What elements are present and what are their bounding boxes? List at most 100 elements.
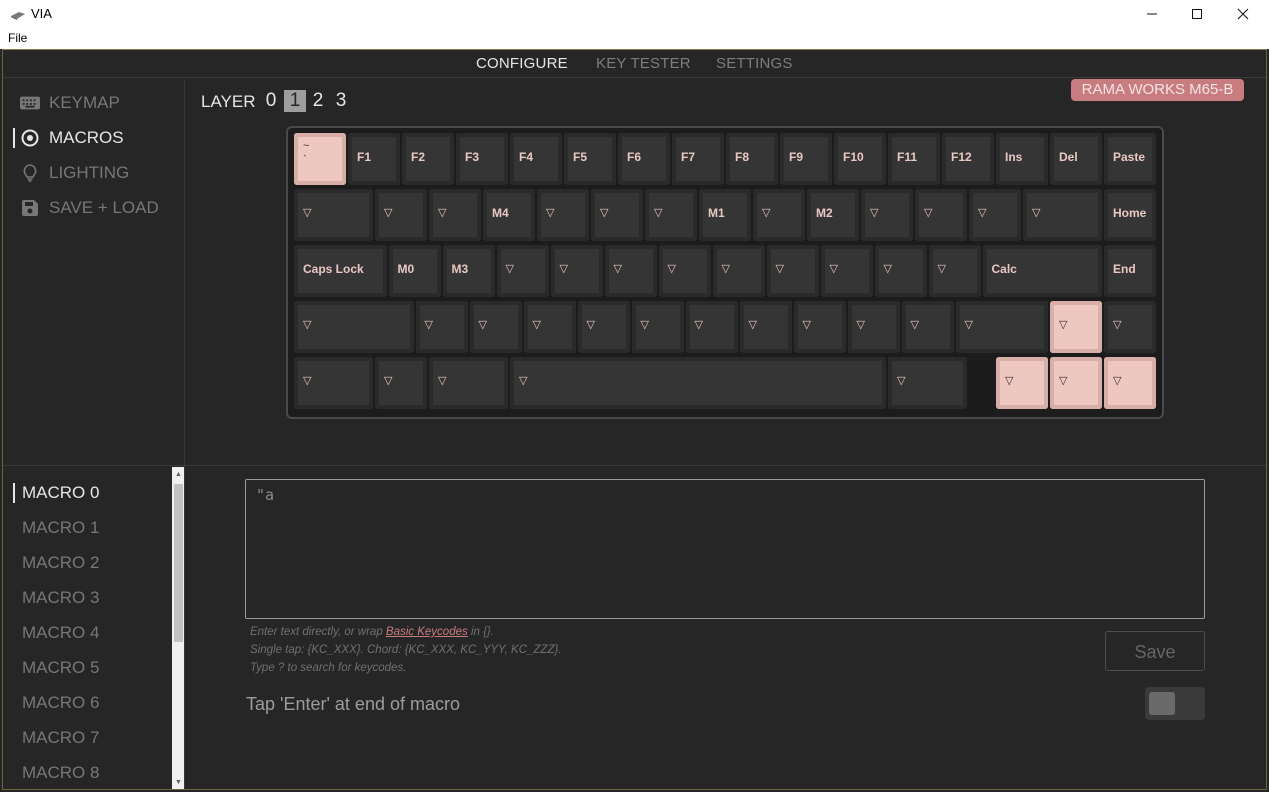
key-r0-c0[interactable]: ~ ` — [294, 133, 346, 185]
macro-item-3[interactable]: MACRO 3 — [22, 588, 99, 608]
key-r1-c13[interactable]: ▽ — [1023, 189, 1102, 241]
key-r1-c11[interactable]: ▽ — [915, 189, 967, 241]
key-r1-c2[interactable]: ▽ — [429, 189, 481, 241]
key-r2-c3[interactable]: ▽ — [496, 245, 549, 297]
key-r0-c15[interactable]: Paste — [1104, 133, 1156, 185]
key-r1-c14[interactable]: Home — [1104, 189, 1156, 241]
macro-item-7[interactable]: MACRO 7 — [22, 728, 99, 748]
key-r0-c8[interactable]: F8 — [726, 133, 778, 185]
key-r1-c4[interactable]: ▽ — [537, 189, 589, 241]
key-r2-c5[interactable]: ▽ — [604, 245, 657, 297]
key-r0-c1[interactable]: F1 — [348, 133, 400, 185]
macro-item-2[interactable]: MACRO 2 — [22, 553, 99, 573]
key-r0-c14[interactable]: Del — [1050, 133, 1102, 185]
key-r1-c7[interactable]: M1 — [699, 189, 751, 241]
key-legend: ▽ — [438, 375, 447, 387]
key-r1-c5[interactable]: ▽ — [591, 189, 643, 241]
key-r4-c7[interactable]: ▽ — [1104, 357, 1156, 409]
key-r2-c12[interactable]: Calc — [982, 245, 1102, 297]
key-r0-c3[interactable]: F3 — [456, 133, 508, 185]
key-r4-c1[interactable]: ▽ — [375, 357, 427, 409]
menu-file[interactable]: File — [8, 31, 27, 45]
tab-configure[interactable]: CONFIGURE — [476, 55, 568, 72]
key-r2-c6[interactable]: ▽ — [658, 245, 711, 297]
minimize-button[interactable] — [1129, 0, 1175, 28]
enter-toggle-switch[interactable] — [1145, 687, 1205, 720]
sidebar-item-keymap[interactable]: KEYMAP — [20, 91, 120, 115]
key-r0-c7[interactable]: F7 — [672, 133, 724, 185]
key-r1-c3[interactable]: M4 — [483, 189, 535, 241]
key-r2-c4[interactable]: ▽ — [550, 245, 603, 297]
scroll-down-arrow-icon[interactable]: ▼ — [172, 775, 184, 789]
macro-item-8[interactable]: MACRO 8 — [22, 763, 99, 783]
key-r1-c8[interactable]: ▽ — [753, 189, 805, 241]
key-r3-c2[interactable]: ▽ — [469, 301, 522, 353]
key-r0-c12[interactable]: F12 — [942, 133, 994, 185]
macro-item-0[interactable]: MACRO 0 — [22, 483, 99, 503]
key-r0-c11[interactable]: F11 — [888, 133, 940, 185]
scroll-thumb[interactable] — [174, 484, 183, 642]
key-r2-c10[interactable]: ▽ — [874, 245, 927, 297]
macro-item-5[interactable]: MACRO 5 — [22, 658, 99, 678]
layer-0-button[interactable]: 0 — [260, 90, 282, 112]
layer-3-button[interactable]: 3 — [330, 90, 352, 112]
key-r2-c9[interactable]: ▽ — [820, 245, 873, 297]
key-r1-c10[interactable]: ▽ — [861, 189, 913, 241]
key-r4-c4[interactable]: ▽ — [888, 357, 967, 409]
key-r0-c6[interactable]: F6 — [618, 133, 670, 185]
key-r3-c0[interactable]: ▽ — [294, 301, 414, 353]
key-r3-c3[interactable]: ▽ — [523, 301, 576, 353]
key-r2-c2[interactable]: M3 — [442, 245, 495, 297]
sidebar-item-lighting[interactable]: LIGHTING — [20, 161, 129, 185]
key-r3-c10[interactable]: ▽ — [901, 301, 954, 353]
tab-key-tester[interactable]: KEY TESTER — [596, 55, 691, 72]
key-r3-c5[interactable]: ▽ — [631, 301, 684, 353]
key-r0-c2[interactable]: F2 — [402, 133, 454, 185]
key-r1-c12[interactable]: ▽ — [969, 189, 1021, 241]
key-r2-c8[interactable]: ▽ — [766, 245, 819, 297]
basic-keycodes-link[interactable]: Basic Keycodes — [386, 626, 468, 638]
key-r3-c11[interactable]: ▽ — [955, 301, 1048, 353]
key-r3-c1[interactable]: ▽ — [415, 301, 468, 353]
key-r0-c13[interactable]: Ins — [996, 133, 1048, 185]
tab-settings[interactable]: SETTINGS — [716, 55, 793, 72]
key-r4-c2[interactable]: ▽ — [429, 357, 508, 409]
key-r0-c5[interactable]: F5 — [564, 133, 616, 185]
key-r2-c1[interactable]: M0 — [388, 245, 441, 297]
macro-text-input[interactable]: "a — [245, 479, 1205, 619]
key-r4-c5[interactable]: ▽ — [996, 357, 1048, 409]
key-r1-c0[interactable]: ▽ — [294, 189, 373, 241]
sidebar-item-macros[interactable]: MACROS — [20, 126, 124, 150]
key-r4-c3[interactable]: ▽ — [510, 357, 886, 409]
key-r2-c0[interactable]: Caps Lock — [294, 245, 387, 297]
key-r2-c7[interactable]: ▽ — [712, 245, 765, 297]
key-r0-c4[interactable]: F4 — [510, 133, 562, 185]
key-r1-c9[interactable]: M2 — [807, 189, 859, 241]
sidebar-item-save-load[interactable]: SAVE + LOAD — [20, 196, 159, 220]
key-r1-c1[interactable]: ▽ — [375, 189, 427, 241]
key-r3-c9[interactable]: ▽ — [847, 301, 900, 353]
scroll-up-arrow-icon[interactable]: ▲ — [172, 467, 184, 481]
macro-item-6[interactable]: MACRO 6 — [22, 693, 99, 713]
close-button[interactable] — [1220, 0, 1266, 28]
key-r3-c12[interactable]: ▽ — [1050, 301, 1102, 353]
macro-item-4[interactable]: MACRO 4 — [22, 623, 99, 643]
macro-item-1[interactable]: MACRO 1 — [22, 518, 99, 538]
key-r0-c10[interactable]: F10 — [834, 133, 886, 185]
maximize-button[interactable] — [1174, 0, 1220, 28]
key-r2-c11[interactable]: ▽ — [928, 245, 981, 297]
key-r1-c6[interactable]: ▽ — [645, 189, 697, 241]
key-r3-c7[interactable]: ▽ — [739, 301, 792, 353]
key-r4-c0[interactable]: ▽ — [294, 357, 373, 409]
key-r2-c13[interactable]: End — [1104, 245, 1156, 297]
key-r0-c9[interactable]: F9 — [780, 133, 832, 185]
layer-1-button[interactable]: 1 — [284, 90, 306, 112]
save-button[interactable]: Save — [1105, 631, 1205, 671]
macro-list-scrollbar[interactable]: ▲ ▼ — [172, 467, 184, 789]
key-r3-c6[interactable]: ▽ — [685, 301, 738, 353]
key-r3-c13[interactable]: ▽ — [1104, 301, 1156, 353]
key-r3-c8[interactable]: ▽ — [793, 301, 846, 353]
key-r3-c4[interactable]: ▽ — [577, 301, 630, 353]
layer-2-button[interactable]: 2 — [307, 90, 329, 112]
key-r4-c6[interactable]: ▽ — [1050, 357, 1102, 409]
